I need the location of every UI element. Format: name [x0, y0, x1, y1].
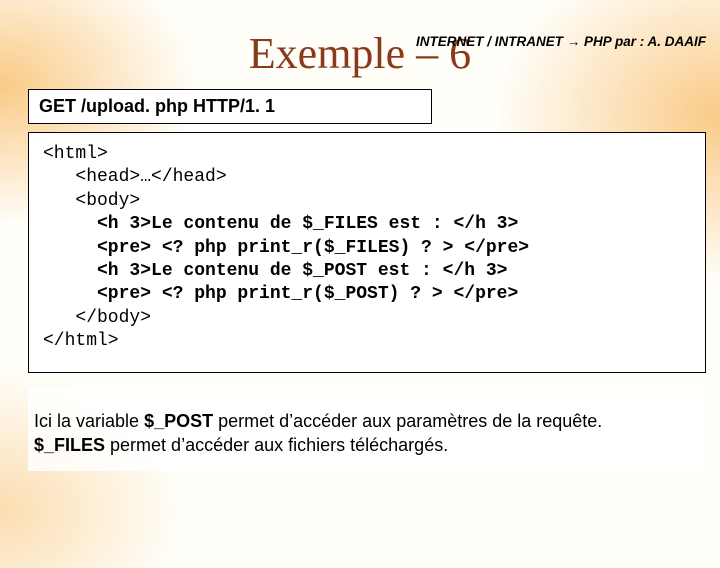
slide-header: INTERNET / INTRANET → PHP par : A. DAAIF [416, 34, 706, 49]
var-files: $_FILES [34, 435, 105, 455]
text: Ici la variable [34, 411, 144, 431]
var-post: $_POST [144, 411, 213, 431]
code-line: <h 3>Le contenu de $_POST est : </h 3> [43, 261, 507, 281]
text: permet d’accéder aux paramètres de la re… [213, 411, 602, 431]
code-line: </body> [43, 308, 151, 328]
http-request-text: GET /upload. php HTTP/1. 1 [39, 96, 275, 116]
code-line: </html> [43, 331, 119, 351]
http-request-box: GET /upload. php HTTP/1. 1 [28, 89, 432, 124]
explanation-line-1: Ici la variable $_POST permet d’accéder … [34, 409, 692, 433]
header-mid: PHP par : [584, 34, 644, 49]
code-box: <html> <head>…</head> <body> <h 3>Le con… [28, 132, 706, 373]
code-line: <head>…</head> [43, 167, 227, 187]
code-line: <pre> <? php print_r($_POST) ? > </pre> [43, 284, 518, 304]
code-line: <h 3>Le contenu de $_FILES est : </h 3> [43, 214, 518, 234]
arrow-icon: → [567, 34, 581, 49]
code-line: <pre> <? php print_r($_FILES) ? > </pre> [43, 238, 529, 258]
code-line: <body> [43, 191, 140, 211]
code-line: <html> [43, 144, 108, 164]
header-left: INTERNET / INTRANET [416, 34, 563, 49]
header-author: A. DAAIF [648, 34, 707, 49]
explanation-box: Ici la variable $_POST permet d’accéder … [28, 387, 706, 472]
explanation-line-2: $_FILES permet d’accéder aux fichiers té… [34, 433, 692, 457]
text: permet d’accéder aux fichiers téléchargé… [105, 435, 448, 455]
